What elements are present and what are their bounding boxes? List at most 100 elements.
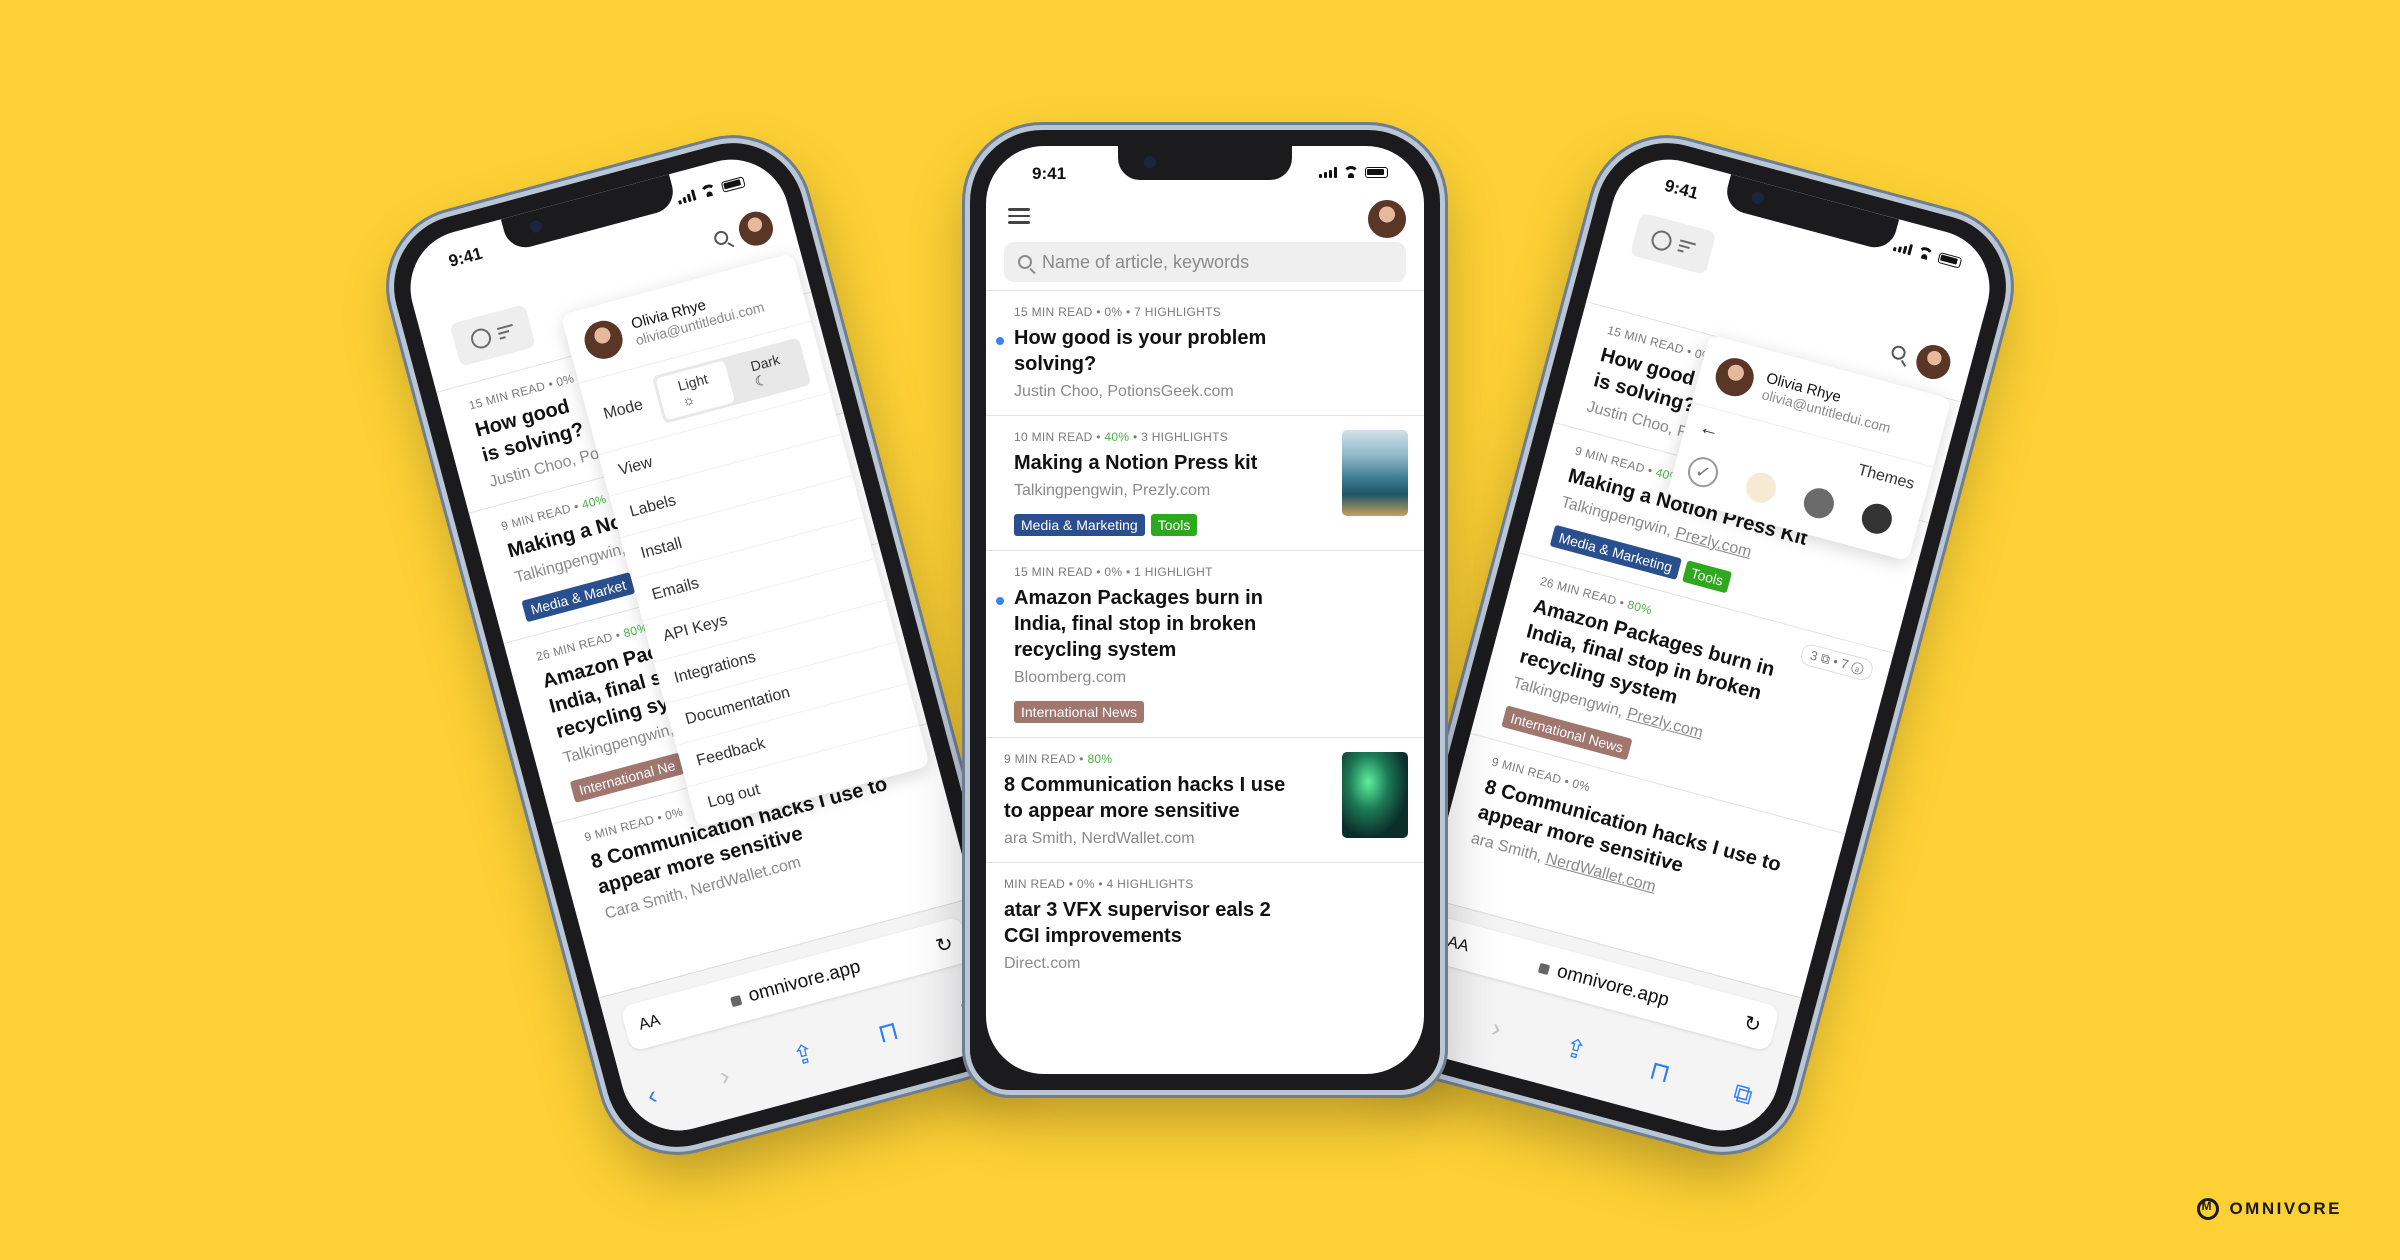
article-thumbnail (1342, 752, 1408, 838)
avatar[interactable] (1366, 198, 1408, 240)
battery-icon (1937, 252, 1963, 269)
tag-media-marketing[interactable]: Media & Marketing (1014, 514, 1145, 536)
center-phone: 9:41 Name of article, keywords 15 MIN RE… (970, 130, 1440, 1090)
theme-swatch-sepia[interactable] (1742, 469, 1780, 507)
wifi-icon (1343, 166, 1359, 178)
article-title: atar 3 VFX supervisor eals 2 CGI improve… (1004, 899, 1271, 947)
themes-label: Themes (1856, 461, 1917, 493)
battery-icon (720, 176, 746, 193)
progress-percent: 80% (1625, 597, 1654, 618)
article-source: Justin Choo, PotionsGeek.com (1014, 383, 1234, 400)
article-title: How good is your problem solving? (1014, 327, 1267, 375)
highlight-counts: 3 ⧉ • 7 ⓐ (1798, 642, 1875, 683)
signal-icon (1319, 167, 1337, 178)
back-icon[interactable]: ‹ (644, 1079, 661, 1112)
mode-label: Mode (601, 395, 645, 423)
reload-icon[interactable]: ↻ (933, 930, 956, 958)
text-size-button[interactable]: AA (1445, 933, 1471, 956)
progress-percent: 80% (1087, 752, 1113, 766)
omnivore-logo-icon (2197, 1198, 2220, 1220)
left-screen: 9:41 15 MIN READ • 0% How good is solvin… (397, 146, 1013, 1144)
theme-swatch-dark[interactable] (1858, 500, 1896, 538)
list-item[interactable]: 15 MIN READ • 0% • 1 HIGHLIGHT Amazon Pa… (986, 550, 1424, 737)
list-item[interactable]: 10 MIN READ • 40% • 3 HIGHLIGHTS Making … (986, 415, 1424, 550)
search-input[interactable]: Name of article, keywords (1004, 242, 1406, 282)
right-phone: 9:41 15 MIN READ • 0% How good is solvin… (1367, 127, 2023, 1163)
signal-icon (1892, 240, 1914, 256)
unread-dot (996, 597, 1004, 605)
article-thumbnail (1342, 430, 1408, 516)
progress-percent: 40% (1104, 430, 1130, 444)
search-button[interactable] (712, 229, 730, 247)
share-icon[interactable]: ⇪ (1561, 1032, 1590, 1069)
search-icon (1890, 344, 1908, 362)
text-size-button[interactable]: AA (637, 1012, 662, 1035)
url-text: omnivore.app (746, 956, 863, 1007)
logo-filter-button[interactable] (449, 304, 537, 367)
article-title: Amazon Packages burn in India, final sto… (1014, 587, 1263, 661)
article-list: 15 MIN READ • 0% • 7 HIGHLIGHTS How good… (986, 290, 1424, 987)
wifi-icon (699, 183, 718, 199)
avatar[interactable] (1910, 338, 1957, 386)
search-button[interactable] (1890, 344, 1908, 362)
tag-tools[interactable]: Tools (1681, 560, 1733, 594)
battery-icon (1365, 167, 1388, 178)
menu-avatar (577, 314, 630, 366)
logo-filter-button[interactable] (1629, 212, 1717, 276)
search-placeholder: Name of article, keywords (1042, 251, 1250, 272)
status-time: 9:41 (1662, 175, 1701, 204)
back-arrow-icon[interactable]: ← (1697, 416, 1722, 443)
tag-international-news[interactable]: International News (1014, 701, 1144, 723)
status-time: 9:41 (446, 243, 485, 271)
progress-percent: 40% (580, 491, 608, 512)
list-item[interactable]: 15 MIN READ • 0% • 7 HIGHLIGHTS How good… (986, 290, 1424, 415)
right-screen: 9:41 15 MIN READ • 0% How good is solvin… (1387, 146, 2003, 1144)
lock-icon (730, 994, 743, 1008)
forward-icon[interactable]: › (717, 1060, 734, 1093)
omnivore-logo-icon (1649, 228, 1674, 253)
notch (500, 174, 678, 253)
share-icon[interactable]: ⇪ (789, 1037, 818, 1074)
avatar[interactable] (732, 205, 780, 252)
safari-bar: AA omnivore.app ↻ ‹ › ⇪ ⊓ ⧉ (598, 897, 1013, 1144)
filter-icon (1677, 239, 1696, 255)
list-item[interactable]: MIN READ • 0% • 4 HIGHLIGHTS atar 3 VFX … (986, 862, 1424, 987)
list-item[interactable]: 9 MIN READ • 80% 8 Communication hacks I… (986, 737, 1424, 862)
article-meta: 15 MIN READ • 0% • 1 HIGHLIGHT (1014, 565, 1213, 579)
light-mode-button[interactable]: Light ☼ (655, 360, 736, 421)
theme-swatch-gray[interactable] (1800, 484, 1838, 522)
filter-icon (496, 323, 516, 340)
notch (1118, 146, 1292, 180)
tag-tools[interactable]: Tools (1150, 514, 1198, 536)
unread-dot (996, 337, 1004, 345)
omnivore-brand: OMNIVORE (2197, 1198, 2342, 1220)
bookmarks-icon[interactable]: ⊓ (874, 1015, 902, 1051)
bookmarks-icon[interactable]: ⊓ (1646, 1054, 1673, 1090)
status-icons (1319, 166, 1388, 178)
dark-mode-button[interactable]: Dark ☾ (728, 341, 807, 401)
center-screen: 9:41 Name of article, keywords 15 MIN RE… (986, 146, 1424, 1074)
article-source: Bloomberg.com (1014, 669, 1127, 686)
omnivore-logo-icon (468, 326, 494, 351)
article-source: Direct.com (1004, 955, 1081, 972)
brand-name: OMNIVORE (2229, 1199, 2342, 1218)
tabs-icon[interactable]: ⧉ (1730, 1077, 1756, 1113)
search-icon (712, 229, 730, 247)
url-text: omnivore.app (1554, 960, 1672, 1011)
article-title: 8 Communication hacks I use to appear mo… (1004, 774, 1286, 822)
reload-icon[interactable]: ↻ (1741, 1010, 1764, 1038)
status-time: 9:41 (1032, 164, 1067, 183)
article-meta: MIN READ • 0% • 4 HIGHLIGHTS (1004, 877, 1194, 891)
status-icons (676, 175, 746, 205)
menu-icon[interactable] (1008, 208, 1030, 224)
status-icons (1892, 239, 1963, 269)
wifi-icon (1916, 245, 1935, 261)
forward-icon[interactable]: › (1488, 1012, 1505, 1045)
search-icon (1018, 255, 1032, 269)
notch (1722, 174, 1900, 253)
theme-swatch-white[interactable]: ✓ (1684, 453, 1722, 491)
menu-avatar (1708, 351, 1761, 403)
article-meta: 15 MIN READ • 0% • 7 HIGHLIGHTS (1014, 305, 1222, 319)
left-phone: 9:41 15 MIN READ • 0% How good is solvin… (377, 127, 1033, 1163)
lock-icon (1538, 962, 1551, 976)
